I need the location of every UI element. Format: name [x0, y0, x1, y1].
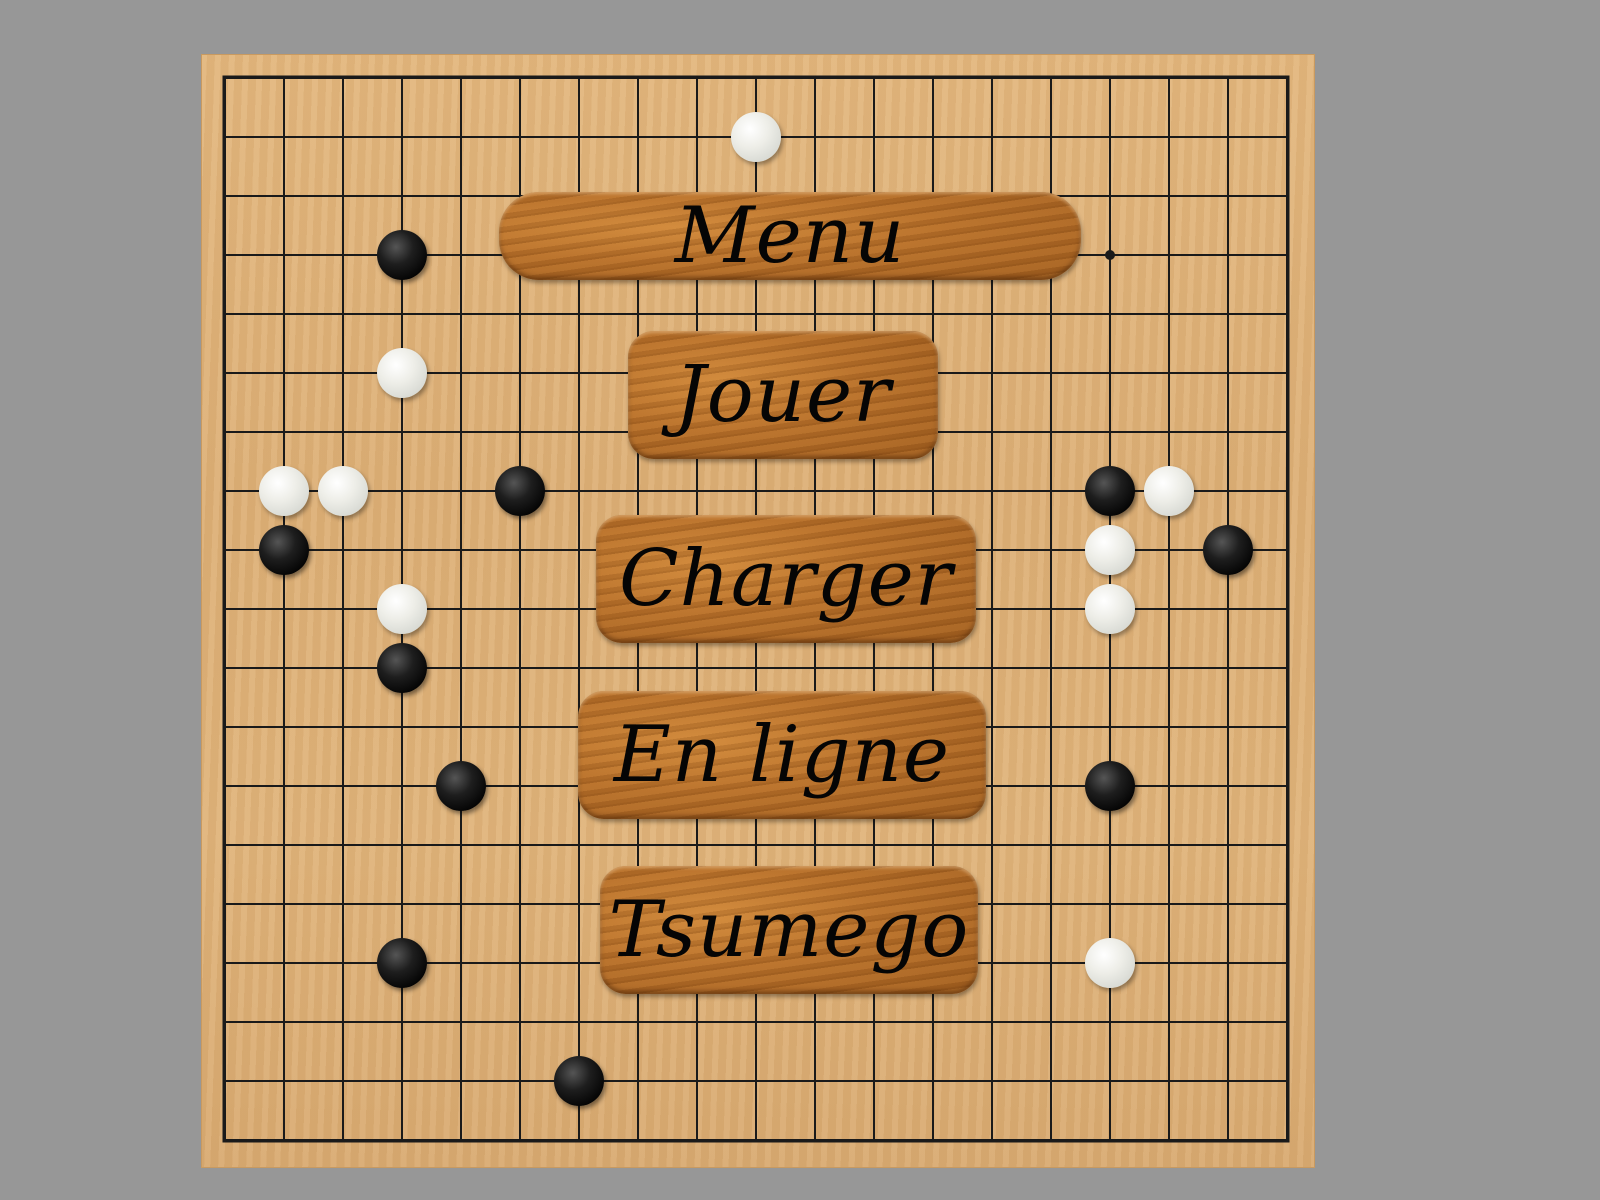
white-stone	[318, 466, 368, 516]
black-stone	[377, 643, 427, 693]
load-button[interactable]: Charger	[596, 515, 976, 643]
white-stone	[377, 584, 427, 634]
play-button[interactable]: Jouer	[628, 331, 938, 459]
online-button[interactable]: En ligne	[578, 691, 986, 819]
black-stone	[377, 230, 427, 280]
black-stone	[495, 466, 545, 516]
tsumego-button-label: Tsumego	[608, 885, 970, 975]
black-stone	[259, 525, 309, 575]
online-button-label: En ligne	[613, 710, 951, 800]
black-stone	[1203, 525, 1253, 575]
white-stone	[731, 112, 781, 162]
black-stone	[554, 1056, 604, 1106]
load-button-label: Charger	[618, 534, 954, 624]
menu-title: Menu	[674, 191, 906, 281]
white-stone	[1085, 525, 1135, 575]
white-stone	[1085, 584, 1135, 634]
black-stone	[1085, 761, 1135, 811]
black-stone	[377, 938, 427, 988]
menu-title-banner: Menu	[499, 192, 1081, 280]
star-point	[1105, 250, 1115, 260]
black-stone	[1085, 466, 1135, 516]
play-button-label: Jouer	[674, 350, 892, 440]
white-stone	[1085, 938, 1135, 988]
black-stone	[436, 761, 486, 811]
white-stone	[259, 466, 309, 516]
white-stone	[1144, 466, 1194, 516]
white-stone	[377, 348, 427, 398]
tsumego-button[interactable]: Tsumego	[600, 866, 978, 994]
